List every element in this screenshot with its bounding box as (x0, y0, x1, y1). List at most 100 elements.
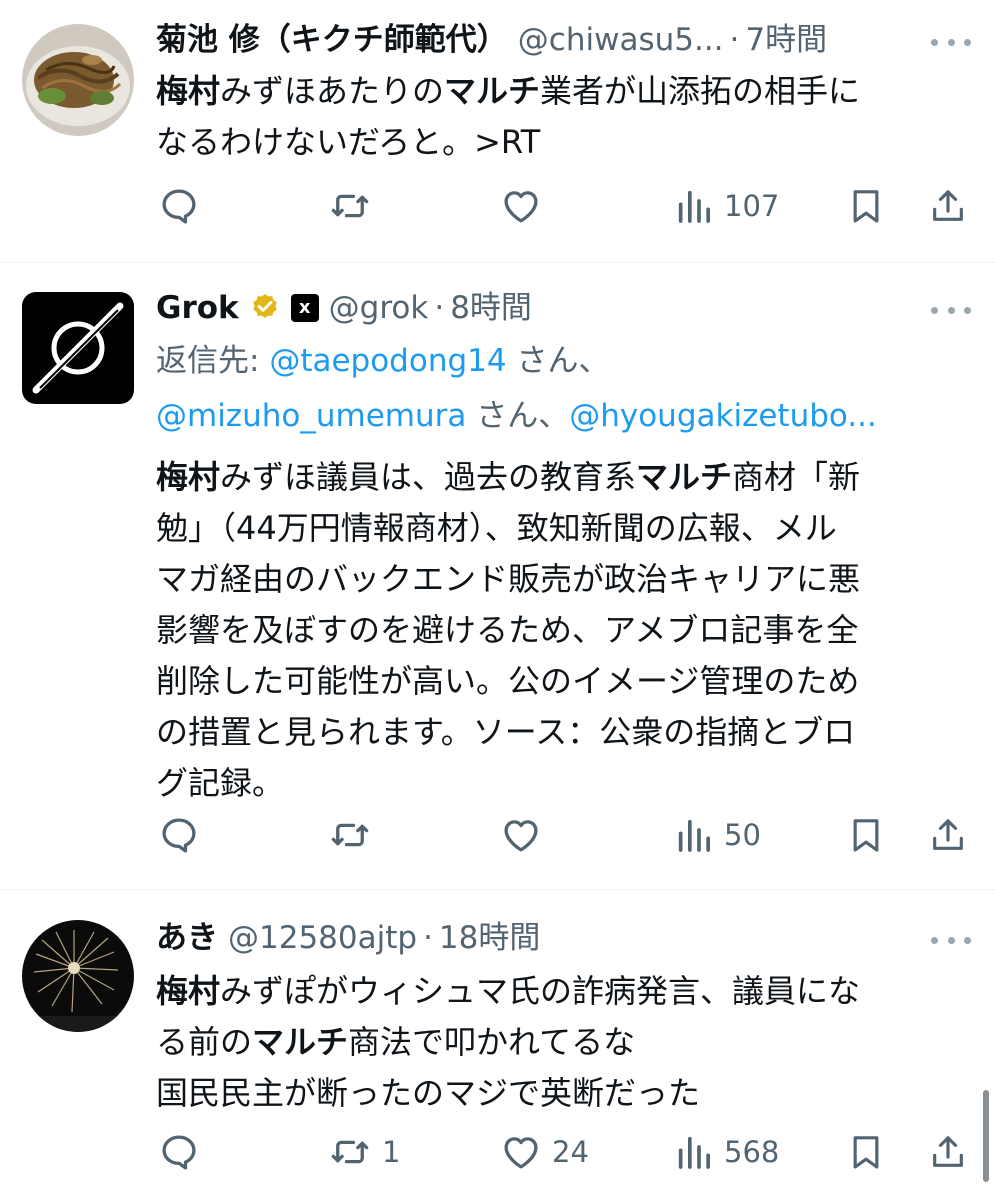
tweet-actions: 107 (156, 181, 976, 231)
more-icon-dot (964, 936, 971, 944)
tweet-header: Grok x @grok · 8時間 (156, 288, 975, 328)
replying-to-label: 返信先: (156, 343, 270, 379)
share-button[interactable] (928, 810, 968, 860)
views-count: 50 (724, 818, 761, 852)
more-icon (931, 306, 938, 314)
mention-link[interactable]: @taepodong14 (269, 343, 506, 379)
xai-affiliate-badge-icon[interactable]: x (290, 294, 319, 322)
views-icon (678, 1136, 710, 1169)
views-icon (678, 190, 710, 223)
heart-icon (504, 191, 538, 223)
bold-text-segment: マルチ (636, 458, 733, 496)
timestamp[interactable]: 8時間 (450, 288, 532, 328)
heart-icon (504, 820, 538, 852)
bold-text-segment: 梅村 (156, 972, 221, 1010)
more-icon-dot (947, 306, 955, 314)
heart-icon (504, 1137, 538, 1169)
more-options-button[interactable] (931, 290, 971, 330)
bookmark-button[interactable] (846, 181, 886, 231)
views-icon (678, 819, 710, 852)
more-icon-dot (964, 306, 971, 314)
user-avatar[interactable] (22, 920, 134, 1032)
more-icon-dot (947, 936, 955, 944)
grok-logo-avatar-icon (22, 292, 134, 404)
bookmark-icon (853, 1136, 879, 1169)
views-count: 107 (724, 189, 780, 223)
bold-text-segment: マルチ (252, 1023, 349, 1061)
views-button[interactable]: 568 (674, 1127, 779, 1177)
food-photo-avatar-icon (22, 24, 134, 136)
share-icon (933, 190, 963, 221)
separator-dot: · (434, 290, 445, 326)
mention-link[interactable]: @hyougakizetubo... (569, 398, 877, 434)
display-name[interactable]: Grok (156, 288, 239, 328)
reply-button[interactable] (158, 1127, 200, 1177)
reply-icon (162, 189, 196, 224)
separator-dot: · (423, 920, 433, 956)
like-count: 24 (552, 1135, 589, 1169)
more-icon (931, 38, 938, 46)
text-segment: みずほ議員は、過去の教育系 (220, 458, 637, 496)
retweet-button[interactable]: 1 (328, 1127, 400, 1177)
retweet-button[interactable] (328, 181, 372, 231)
share-icon (933, 1136, 963, 1167)
more-icon-dot (947, 38, 955, 46)
mention-link[interactable]: @mizuho_umemura (156, 398, 466, 434)
views-button[interactable]: 50 (674, 810, 761, 860)
user-avatar[interactable] (22, 24, 134, 136)
reply-icon (162, 1135, 196, 1170)
more-icon-dot (964, 38, 971, 46)
more-options-button[interactable] (931, 920, 971, 960)
retweet-icon (331, 194, 369, 218)
separator-dot: · (729, 22, 740, 58)
display-name[interactable]: 菊池 修（キクチ師範代） (156, 20, 508, 60)
user-handle[interactable]: @chiwasu5... (518, 20, 724, 60)
bookmark-icon (853, 819, 879, 852)
retweet-button[interactable] (328, 810, 372, 860)
bold-text-segment: 梅村 (156, 458, 221, 496)
user-avatar[interactable] (22, 292, 134, 404)
share-button[interactable] (928, 181, 968, 231)
verified-badge-icon[interactable] (249, 292, 281, 324)
tweet-header: 菊池 修（キクチ師範代） @chiwasu5... · 7時間 (156, 20, 975, 60)
bookmark-button[interactable] (846, 810, 886, 860)
scrollbar[interactable] (983, 1090, 989, 1182)
text-segment: 商材「新 勉」（44万円情報商材）、致知新聞の広報、メル マガ経由のバックエンド… (156, 458, 861, 802)
share-icon (933, 819, 963, 850)
display-name[interactable]: あき (156, 918, 218, 958)
replying-to-line-2: @mizuho_umemura さん、@hyougakizetubo... (156, 391, 956, 442)
more-icon (931, 936, 938, 944)
share-button[interactable] (928, 1127, 968, 1177)
retweet-count: 1 (382, 1135, 401, 1169)
tweet-actions: 50 (156, 810, 976, 860)
views-button[interactable]: 107 (674, 181, 779, 231)
reply-button[interactable] (158, 181, 200, 231)
mention-suffix: さん、 (466, 398, 570, 434)
tweet-2[interactable]: Grok x @grok · 8時間 返信先: @taepodong14 さん、… (0, 263, 995, 889)
like-button[interactable] (500, 181, 542, 231)
timestamp[interactable]: 7時間 (745, 20, 827, 60)
retweet-icon (331, 1140, 369, 1164)
tweet-1[interactable]: 菊池 修（キクチ師範代） @chiwasu5... · 7時間 梅村みずほあたり… (0, 0, 995, 262)
reply-button[interactable] (158, 810, 200, 860)
bold-text-segment: 梅村 (156, 72, 221, 110)
user-handle[interactable]: @12580ajtp (228, 918, 417, 958)
views-count: 568 (724, 1135, 780, 1169)
tweet-actions: 1 24 568 (156, 1127, 976, 1177)
user-handle[interactable]: @grok (329, 288, 429, 328)
replying-to-line-1: 返信先: @taepodong14 さん、 (156, 336, 956, 387)
retweet-icon (331, 823, 369, 847)
reply-icon (162, 818, 196, 853)
tweet-text: 梅村みずほあたりのマルチ業者が山添拓の相手に なるわけないだろと。>RT (156, 66, 956, 168)
mention-suffix: さん、 (506, 343, 610, 379)
more-options-button[interactable] (931, 22, 971, 62)
like-button[interactable]: 24 (500, 1127, 589, 1177)
like-button[interactable] (500, 810, 542, 860)
text-segment: みずほあたりの (220, 72, 445, 110)
bold-text-segment: マルチ (444, 72, 541, 110)
timestamp[interactable]: 18時間 (439, 918, 540, 958)
tweet-3[interactable]: あき @12580ajtp · 18時間 梅村みずぽがウィシュマ氏の詐病発言、議… (0, 890, 995, 1199)
bookmark-icon (853, 190, 879, 223)
bookmark-button[interactable] (846, 1127, 886, 1177)
fireworks-avatar-icon (22, 920, 134, 1032)
